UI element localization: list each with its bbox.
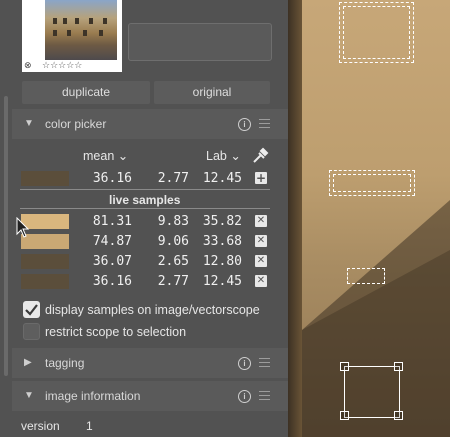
color-picker-header[interactable]: ▼ color picker i — [12, 109, 288, 139]
live-samples-label: live samples — [109, 193, 181, 207]
remove-sample-button[interactable]: ✕ — [255, 255, 267, 267]
remove-sample-button[interactable]: ✕ — [255, 215, 267, 227]
area-sample-box[interactable] — [347, 268, 385, 284]
resize-handle[interactable] — [394, 362, 403, 371]
panel-scrollbar[interactable] — [4, 96, 8, 376]
info-icon[interactable]: i — [238, 357, 251, 370]
restrict-scope-label[interactable]: restrict scope to selection — [45, 324, 186, 340]
right-panel: ⊗ ☆☆☆☆☆ duplicate original ▼ color picke… — [0, 0, 288, 437]
sample-l: 74.87 — [92, 234, 132, 249]
color-picker-icon[interactable] — [251, 146, 269, 164]
main-sample-a: 2.77 — [157, 171, 189, 186]
divider — [20, 208, 270, 209]
color-picker-title: color picker — [45, 117, 107, 131]
add-sample-button[interactable]: + — [255, 172, 267, 184]
sample-l: 36.07 — [92, 254, 132, 269]
selected-sample-box[interactable] — [344, 366, 400, 418]
sample-a: 2.77 — [157, 274, 189, 289]
star-rating[interactable]: ☆☆☆☆☆ — [42, 60, 82, 72]
sample-a: 9.06 — [157, 234, 189, 249]
restrict-scope-checkbox[interactable] — [23, 323, 40, 340]
main-sample-b: 12.45 — [202, 171, 242, 186]
remove-sample-button[interactable]: ✕ — [255, 275, 267, 287]
info-icon[interactable]: i — [238, 118, 251, 131]
image-information-header[interactable]: ▼ image information i — [12, 381, 288, 411]
sample-l: 81.31 — [92, 214, 132, 229]
image-information-title: image information — [45, 389, 141, 403]
sample-b: 33.68 — [202, 234, 242, 249]
colorspace-select[interactable]: Lab ⌄ — [206, 148, 241, 164]
thumbnail-image — [45, 0, 117, 60]
mouse-cursor-icon — [16, 217, 30, 238]
info-icon[interactable]: i — [238, 390, 251, 403]
presets-menu-icon[interactable] — [259, 358, 270, 368]
original-button[interactable]: original — [154, 81, 270, 104]
remove-sample-button[interactable]: ✕ — [255, 235, 267, 247]
sample-swatch[interactable] — [21, 274, 69, 289]
checkmark-icon — [25, 304, 38, 316]
image-name-field[interactable] — [128, 23, 272, 61]
statistic-select[interactable]: mean ⌄ — [83, 148, 128, 164]
area-sample-box-inner — [343, 6, 410, 59]
expand-down-icon: ▼ — [24, 118, 34, 129]
sample-b: 12.80 — [202, 254, 242, 269]
sample-b: 12.45 — [202, 274, 242, 289]
version-label: version — [21, 419, 60, 433]
presets-menu-icon[interactable] — [259, 391, 270, 401]
sample-swatch[interactable] — [21, 254, 69, 269]
expand-down-icon: ▼ — [24, 390, 34, 401]
display-samples-label[interactable]: display samples on image/vectorscope — [45, 302, 260, 318]
sample-b: 35.82 — [202, 214, 242, 229]
display-samples-checkbox[interactable] — [23, 301, 40, 318]
sample-l: 36.16 — [92, 274, 132, 289]
presets-menu-icon[interactable] — [259, 119, 270, 129]
resize-handle[interactable] — [340, 362, 349, 371]
tagging-title: tagging — [45, 356, 85, 370]
main-sample-l: 36.16 — [92, 171, 132, 186]
expand-right-icon: ▶ — [24, 357, 32, 368]
sample-a: 9.83 — [157, 214, 189, 229]
duplicate-button[interactable]: duplicate — [22, 81, 150, 104]
image-thumbnail[interactable]: ⊗ ☆☆☆☆☆ — [22, 0, 122, 72]
reject-icon[interactable]: ⊗ — [24, 60, 32, 72]
resize-handle[interactable] — [394, 411, 403, 420]
main-sample-swatch — [21, 171, 69, 186]
area-sample-box-inner — [333, 174, 411, 192]
image-canvas[interactable] — [288, 0, 450, 437]
sample-a: 2.65 — [157, 254, 189, 269]
resize-handle[interactable] — [340, 411, 349, 420]
tagging-header[interactable]: ▶ tagging i — [12, 348, 288, 378]
version-value: 1 — [86, 419, 93, 433]
divider — [20, 189, 270, 190]
